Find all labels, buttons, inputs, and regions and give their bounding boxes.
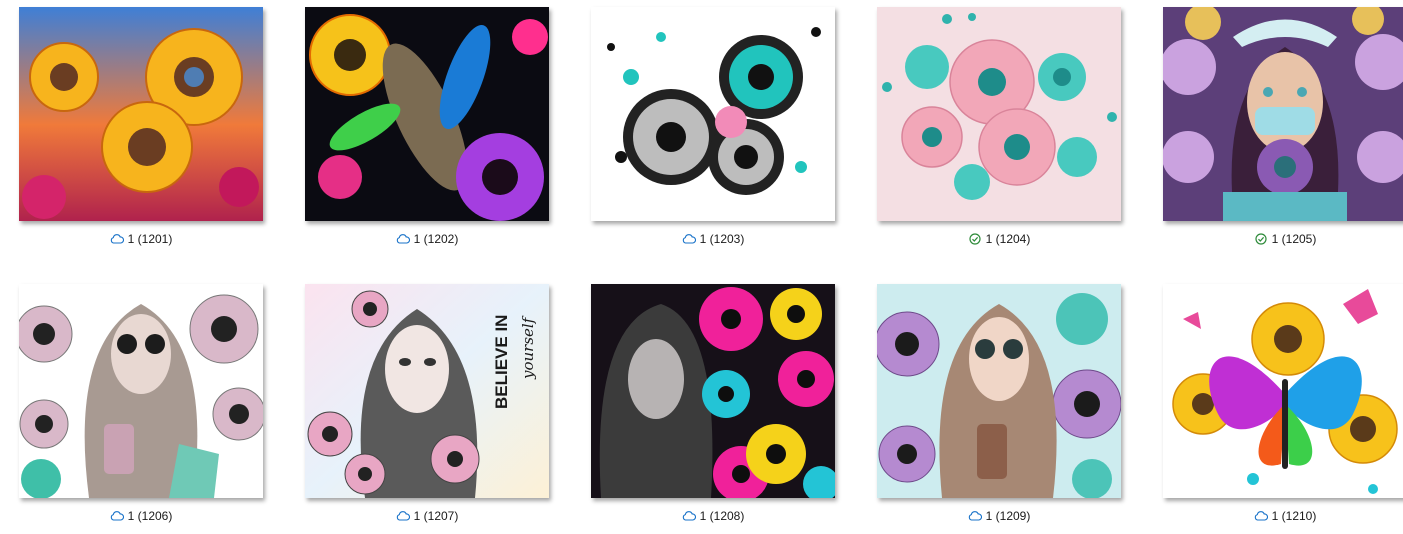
file-name-caption[interactable]: 1 (1207) [305, 507, 549, 525]
file-name: 1 (1210) [1271, 509, 1317, 523]
file-name: 1 (1201) [127, 232, 173, 246]
thumbnail-image[interactable]: BELIEVE IN yourself [305, 284, 549, 498]
synced-check-icon [1254, 233, 1268, 245]
file-name: 1 (1207) [413, 509, 459, 523]
cloud-icon [396, 510, 410, 522]
cloud-icon [1254, 510, 1268, 522]
thumbnail-image[interactable] [1163, 7, 1403, 221]
thumbnail-image[interactable] [1163, 284, 1403, 498]
file-name-caption[interactable]: 1 (1204) [877, 230, 1121, 248]
thumbnail-image[interactable] [591, 7, 835, 221]
file-name: 1 (1206) [127, 509, 173, 523]
art-text-yourself: yourself [519, 315, 537, 380]
thumbnail-image[interactable] [877, 7, 1121, 221]
file-name-caption[interactable]: 1 (1203) [591, 230, 835, 248]
file-tile[interactable]: 1 (1210) [1163, 284, 1403, 534]
cloud-icon [682, 233, 696, 245]
file-name-caption[interactable]: 1 (1202) [305, 230, 549, 248]
thumbnail-image[interactable] [591, 284, 835, 498]
cloud-icon [110, 510, 124, 522]
file-thumbnail-grid: 1 (1201) 1 (1202) 1 (1203) 1 (1204) 1 (1… [0, 0, 1403, 527]
file-name: 1 (1202) [413, 232, 459, 246]
file-tile[interactable]: BELIEVE IN yourself 1 (1207) [305, 284, 551, 534]
file-tile[interactable]: 1 (1203) [591, 7, 837, 257]
synced-check-icon [968, 233, 982, 245]
art-text-believe: BELIEVE IN [492, 315, 511, 409]
file-name: 1 (1204) [985, 232, 1031, 246]
cloud-icon [396, 233, 410, 245]
file-tile[interactable]: 1 (1208) [591, 284, 837, 534]
thumbnail-image[interactable] [877, 284, 1121, 498]
thumbnail-image[interactable] [19, 284, 263, 498]
file-tile[interactable]: 1 (1204) [877, 7, 1123, 257]
file-tile[interactable]: 1 (1205) [1163, 7, 1403, 257]
file-tile[interactable]: 1 (1209) [877, 284, 1123, 534]
file-name-caption[interactable]: 1 (1208) [591, 507, 835, 525]
cloud-icon [682, 510, 696, 522]
file-name-caption[interactable]: 1 (1206) [19, 507, 263, 525]
file-tile[interactable]: 1 (1201) [19, 7, 265, 257]
file-name: 1 (1205) [1271, 232, 1317, 246]
file-name: 1 (1203) [699, 232, 745, 246]
file-name-caption[interactable]: 1 (1210) [1163, 507, 1403, 525]
file-name-caption[interactable]: 1 (1205) [1163, 230, 1403, 248]
cloud-icon [110, 233, 124, 245]
file-name-caption[interactable]: 1 (1201) [19, 230, 263, 248]
file-name-caption[interactable]: 1 (1209) [877, 507, 1121, 525]
thumbnail-image[interactable] [19, 7, 263, 221]
file-name: 1 (1208) [699, 509, 745, 523]
cloud-icon [968, 510, 982, 522]
file-name: 1 (1209) [985, 509, 1031, 523]
thumbnail-image[interactable] [305, 7, 549, 221]
file-tile[interactable]: 1 (1202) [305, 7, 551, 257]
file-tile[interactable]: 1 (1206) [19, 284, 265, 534]
